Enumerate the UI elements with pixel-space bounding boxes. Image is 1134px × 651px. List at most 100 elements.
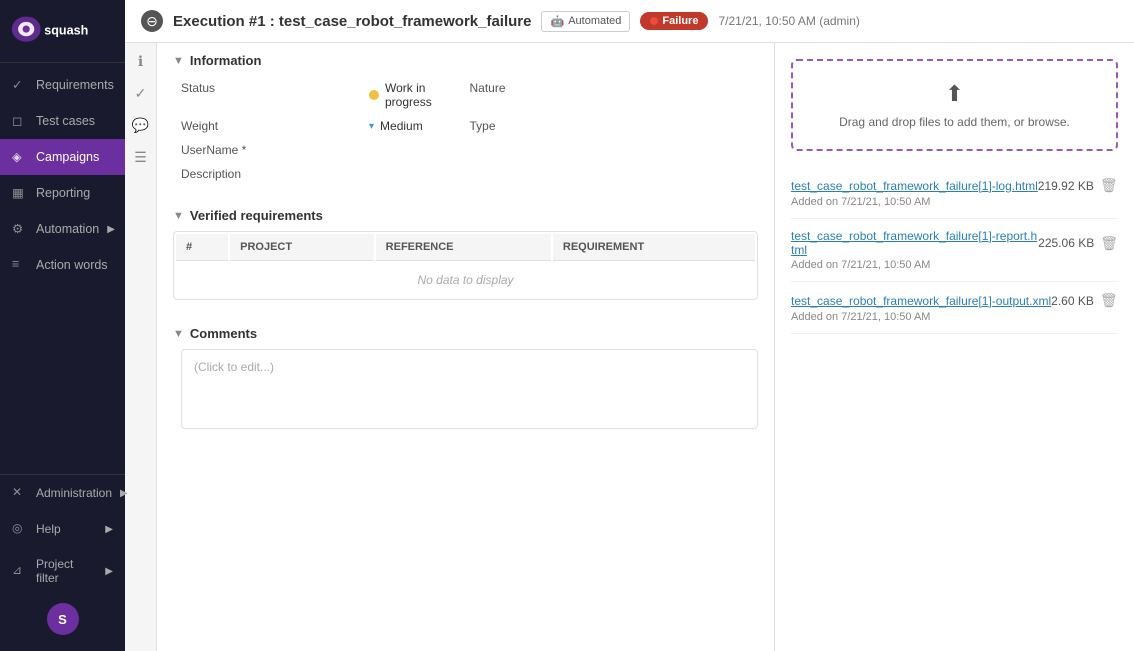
sidebar-item-label: Requirements [36, 78, 114, 92]
no-data-text: No data to display [417, 273, 513, 287]
file-size-2: 2.60 KB [1051, 294, 1094, 308]
sidebar-item-administration[interactable]: ✕ Administration ▶ [0, 475, 125, 511]
comments-section-header[interactable]: ▼ Comments [157, 316, 774, 349]
test-cases-icon: ◻ [12, 113, 28, 129]
dropzone-text: Drag and drop files to add them, or brow… [813, 115, 1096, 129]
sidebar-item-help[interactable]: ◎ Help ▶ [0, 511, 125, 547]
file-dropzone[interactable]: ⬆ Drag and drop files to add them, or br… [791, 59, 1118, 151]
failure-label: Failure [662, 15, 698, 27]
file-meta-1: Added on 7/21/21, 10:50 AM [791, 259, 1118, 271]
sidebar-item-label: Campaigns [36, 150, 99, 164]
svg-text:squash: squash [44, 23, 88, 37]
chevron-icon: ▼ [173, 210, 184, 222]
logo: squash [0, 0, 125, 63]
nature-label: Nature [470, 76, 650, 114]
file-size-1: 225.06 KB [1038, 236, 1094, 250]
arrow-icon: ▶ [120, 488, 128, 499]
delete-btn-0[interactable]: 🗑 [1100, 177, 1118, 194]
main-content: ⊖ Execution #1 : test_case_robot_framewo… [125, 0, 1134, 651]
status-label: Status [181, 76, 361, 114]
info-icon[interactable]: ℹ [131, 51, 151, 71]
campaigns-icon: ◈ [12, 149, 28, 165]
username-value [361, 138, 470, 162]
delete-btn-2[interactable]: 🗑 [1100, 292, 1118, 309]
sidebar: squash ✓ Requirements ◻ Test cases ◈ Cam… [0, 0, 125, 651]
sidebar-item-campaigns[interactable]: ◈ Campaigns [0, 139, 125, 175]
verified-req-section-header[interactable]: ▼ Verified requirements [157, 198, 774, 231]
sidebar-item-automation[interactable]: ⚙ Automation ▶ [0, 211, 125, 247]
list-icon[interactable]: ☰ [131, 147, 151, 167]
username-label: UserName * [181, 138, 361, 162]
sidebar-item-project-filter[interactable]: ⊿ Project filter ▶ [0, 547, 125, 595]
chevron-down-icon: ▾ [369, 121, 374, 132]
help-icon: ◎ [12, 521, 28, 537]
sidebar-item-label: Help [36, 522, 61, 536]
information-section-header[interactable]: ▼ Information [157, 43, 774, 76]
reporting-icon: ▦ [12, 185, 28, 201]
action-words-icon: ≡ [12, 257, 28, 273]
sidebar-bottom: ✕ Administration ▶ ◎ Help ▶ ⊿ Project fi… [0, 474, 125, 651]
arrow-icon: ▶ [107, 224, 115, 235]
comments-placeholder: (Click to edit...) [194, 360, 274, 374]
content-area: ▼ Information Status Work in progress Na… [157, 43, 774, 651]
requirements-icon: ✓ [12, 77, 28, 93]
file-info-0: test_case_robot_framework_failure[1]-log… [791, 177, 1118, 208]
squash-logo: squash [10, 12, 100, 47]
page-title: Execution #1 : test_case_robot_framework… [173, 13, 531, 30]
content-wrapper: ℹ ✓ 💬 ☰ ▼ Information Status Work in pro… [125, 43, 1134, 651]
empty-value [650, 138, 759, 162]
requirements-table: # PROJECT REFERENCE REQUIREMENT No data … [173, 231, 758, 300]
status-text: Work in progress [385, 81, 462, 109]
type-label: Type [470, 114, 650, 138]
col-requirement: REQUIREMENT [553, 234, 755, 261]
right-panel: ⬆ Drag and drop files to add them, or br… [774, 43, 1134, 651]
table-row-no-data: No data to display [176, 263, 755, 297]
failure-dot [650, 17, 658, 25]
file-name-2[interactable]: test_case_robot_framework_failure[1]-out… [791, 294, 1051, 308]
arrow-icon: ▶ [105, 566, 113, 577]
sidebar-item-label: Action words [36, 258, 108, 272]
comment-icon[interactable]: 💬 [131, 115, 151, 135]
sidebar-item-label: Administration [36, 486, 112, 500]
file-list: test_case_robot_framework_failure[1]-log… [791, 167, 1118, 334]
weight-value: ▾ Medium [361, 114, 470, 138]
sidebar-item-label: Project filter [36, 557, 97, 585]
col-reference: REFERENCE [376, 234, 551, 261]
comments-editor[interactable]: (Click to edit...) [181, 349, 758, 429]
failure-badge: Failure [640, 12, 708, 30]
file-meta-0: Added on 7/21/21, 10:50 AM [791, 196, 1118, 208]
file-size-0: 219.92 KB [1038, 179, 1094, 193]
sidebar-item-reporting[interactable]: ▦ Reporting [0, 175, 125, 211]
type-value [650, 114, 759, 138]
page-header: ⊖ Execution #1 : test_case_robot_framewo… [125, 0, 1134, 43]
arrow-icon: ▶ [105, 524, 113, 535]
col-project: PROJECT [230, 234, 374, 261]
weight-text: Medium [380, 119, 423, 133]
delete-btn-1[interactable]: 🗑 [1100, 235, 1118, 252]
verified-req-label: Verified requirements [190, 208, 323, 223]
upload-icon: ⬆ [813, 81, 1096, 107]
user-avatar[interactable]: S [47, 603, 79, 635]
nature-value [650, 76, 759, 114]
file-name-1[interactable]: test_case_robot_framework_failure[1]-rep… [791, 229, 1038, 257]
information-label: Information [190, 53, 262, 68]
check-icon[interactable]: ✓ [131, 83, 151, 103]
description-value [361, 162, 470, 186]
col-hash: # [176, 234, 228, 261]
sidebar-item-test-cases[interactable]: ◻ Test cases [0, 103, 125, 139]
automation-icon: ⚙ [12, 221, 28, 237]
file-item-1: test_case_robot_framework_failure[1]-rep… [791, 219, 1118, 282]
back-button[interactable]: ⊖ [141, 10, 163, 32]
file-item-0: test_case_robot_framework_failure[1]-log… [791, 167, 1118, 219]
sidebar-item-label: Reporting [36, 186, 90, 200]
no-data-cell: No data to display [176, 263, 755, 297]
side-icons: ℹ ✓ 💬 ☰ [125, 43, 157, 651]
administration-icon: ✕ [12, 485, 28, 501]
file-item-2: test_case_robot_framework_failure[1]-out… [791, 282, 1118, 334]
file-name-0[interactable]: test_case_robot_framework_failure[1]-log… [791, 179, 1038, 193]
comments-label: Comments [190, 326, 257, 341]
sidebar-item-requirements[interactable]: ✓ Requirements [0, 67, 125, 103]
automated-badge: 🤖 Automated [541, 11, 630, 32]
sidebar-item-action-words[interactable]: ≡ Action words [0, 247, 125, 283]
status-dot [369, 90, 379, 100]
